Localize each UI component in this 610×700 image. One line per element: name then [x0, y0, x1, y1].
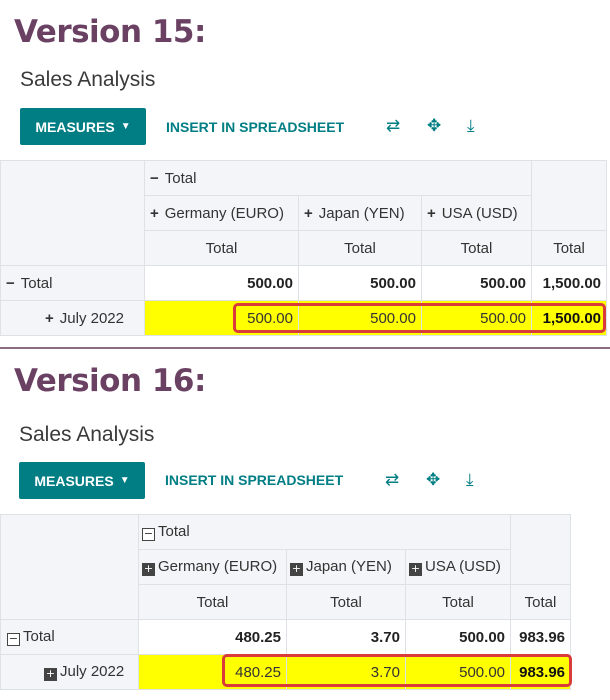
expand-icon: +	[290, 562, 303, 576]
measure-header[interactable]: Total	[510, 584, 572, 620]
minus-icon: −	[150, 169, 159, 187]
insert-in-spreadsheet-button[interactable]: INSERT IN SPREADSHEET	[166, 119, 344, 135]
download-icon[interactable]: ⤓	[466, 471, 474, 489]
minus-icon: −	[6, 274, 15, 292]
plus-icon: +	[304, 204, 313, 222]
row-header-total[interactable]: − Total	[0, 619, 139, 655]
pivot-corner	[0, 514, 139, 620]
col-header-usa[interactable]: + USA (USD)	[404, 549, 512, 585]
row-header-july[interactable]: + July 2022	[0, 300, 145, 336]
cell-value: 1,500.00	[531, 265, 608, 301]
col-header-total[interactable]: − Total	[137, 514, 512, 550]
measure-header[interactable]: Total	[531, 230, 608, 266]
plus-icon: +	[150, 204, 159, 222]
row-header-total[interactable]: − Total	[0, 265, 145, 301]
highlight-box	[222, 654, 572, 687]
measure-header[interactable]: Total	[420, 230, 533, 266]
cell-value: 3.70	[286, 619, 406, 655]
breadcrumb: Sales Analysis	[20, 68, 156, 91]
expand-icon: +	[142, 562, 155, 576]
version-15-title: Version 15:	[14, 14, 206, 50]
col-header-blank	[510, 514, 572, 585]
cell-value: 500.00	[144, 265, 299, 301]
measure-header[interactable]: Total	[298, 230, 422, 266]
measures-label: MEASURES	[34, 472, 114, 489]
row-header-july[interactable]: + July 2022	[0, 654, 139, 690]
plus-icon: +	[45, 309, 54, 327]
cell-value: 480.25	[138, 619, 287, 655]
col-header-germany[interactable]: + Germany (EURO)	[138, 549, 287, 585]
collapse-icon: −	[142, 527, 155, 541]
divider	[0, 347, 610, 349]
download-icon[interactable]: ⤓	[467, 117, 475, 135]
flip-axis-icon[interactable]: ⇄	[385, 471, 399, 489]
measures-button[interactable]: MEASURES ▼	[19, 462, 145, 499]
caret-down-icon: ▼	[119, 475, 130, 486]
plus-icon: +	[427, 204, 436, 222]
measures-label: MEASURES	[35, 118, 115, 135]
collapse-icon: −	[7, 632, 20, 646]
measure-header[interactable]: Total	[144, 230, 299, 266]
expand-all-icon[interactable]: ✥	[427, 117, 441, 135]
pivot-corner	[0, 160, 145, 266]
version-16-title: Version 16:	[14, 363, 206, 399]
col-header-japan[interactable]: + Japan (YEN)	[286, 549, 406, 585]
expand-all-icon[interactable]: ✥	[426, 471, 440, 489]
caret-down-icon: ▼	[120, 121, 131, 132]
cell-value: 983.96	[510, 619, 572, 655]
flip-axis-icon[interactable]: ⇄	[386, 117, 400, 135]
breadcrumb: Sales Analysis	[19, 423, 155, 446]
measures-button[interactable]: MEASURES ▼	[20, 108, 146, 145]
expand-icon: +	[44, 667, 57, 681]
measure-header[interactable]: Total	[286, 584, 406, 620]
cell-value: 500.00	[404, 619, 512, 655]
col-header-usa[interactable]: + USA (USD)	[420, 195, 533, 231]
expand-icon: +	[409, 562, 422, 576]
col-header-blank	[531, 160, 608, 231]
cell-value: 500.00	[298, 265, 422, 301]
cell-value: 500.00	[420, 265, 533, 301]
measure-header[interactable]: Total	[404, 584, 512, 620]
measure-header[interactable]: Total	[138, 584, 287, 620]
col-header-total[interactable]: − Total	[143, 160, 533, 196]
insert-in-spreadsheet-button[interactable]: INSERT IN SPREADSHEET	[165, 472, 343, 488]
col-header-germany[interactable]: + Germany (EURO)	[144, 195, 299, 231]
col-header-japan[interactable]: + Japan (YEN)	[298, 195, 422, 231]
highlight-box	[233, 303, 606, 333]
